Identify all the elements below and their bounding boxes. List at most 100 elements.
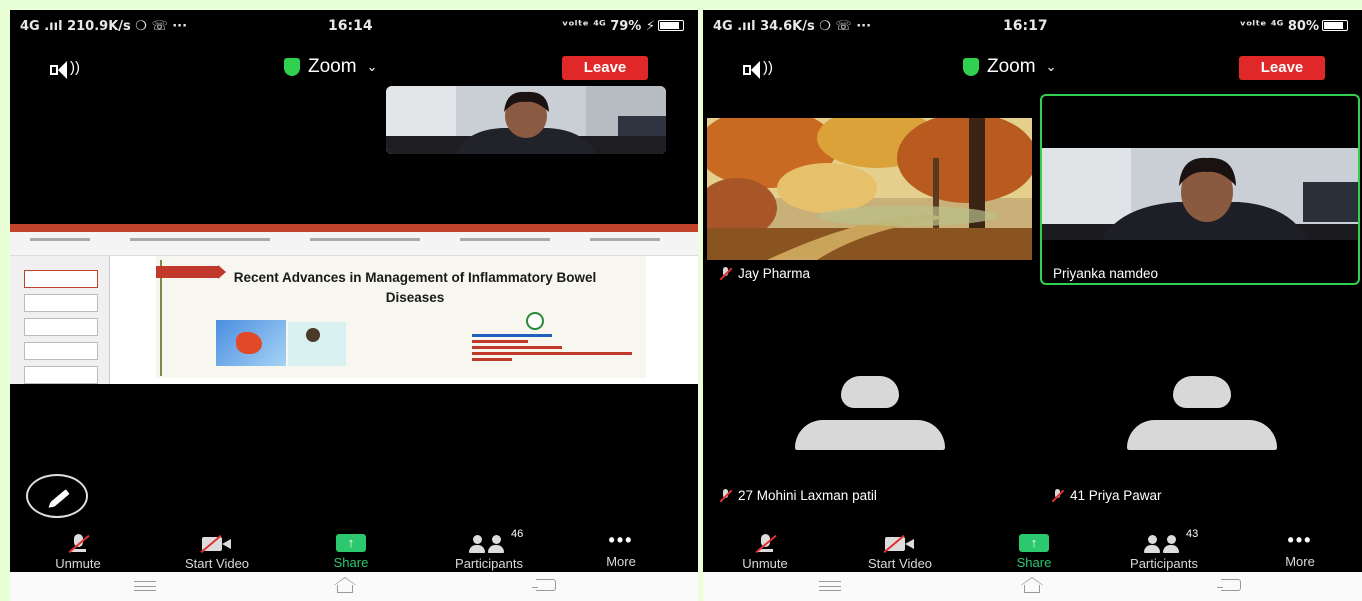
participants-count: 46 xyxy=(511,528,524,540)
recent-apps-icon[interactable] xyxy=(134,581,156,591)
more-label: More xyxy=(1285,554,1315,569)
share-label: Share xyxy=(333,555,369,570)
meeting-toolbar: Unmute Start Video ↑ Share 46 Participan… xyxy=(10,528,698,571)
participants-button[interactable]: 46 Participants xyxy=(434,528,544,571)
phone-screen-left: 4G .ııl 210.9K/s ❍ ☏ ··· 16:14 ᵛᵒˡᵗᵉ ⁴ᴳ … xyxy=(10,10,698,601)
slide-decor-arrow xyxy=(156,265,226,279)
status-battery: ᵛᵒˡᵗᵉ ⁴ᴳ 80% xyxy=(1239,19,1348,34)
share-arrow-icon: ↑ xyxy=(336,534,366,552)
back-icon[interactable] xyxy=(1217,579,1241,591)
status-network: 4G .ııl 34.6K/s ❍ ☏ ··· xyxy=(713,19,872,34)
status-time: 16:17 xyxy=(1003,18,1048,34)
mic-muted-icon xyxy=(755,534,777,554)
battery-icon xyxy=(1322,20,1348,31)
phone-screen-right: 4G .ııl 34.6K/s ❍ ☏ ··· 16:17 ᵛᵒˡᵗᵉ ⁴ᴳ 8… xyxy=(703,10,1362,601)
participants-icon: 43 xyxy=(1144,528,1198,554)
meeting-top-bar: )) Zoom ⌄ Leave xyxy=(10,54,698,86)
shield-icon xyxy=(284,58,300,76)
unmute-label: Unmute xyxy=(742,556,788,571)
start-video-label: Start Video xyxy=(184,556,250,571)
participant-name: 41 Priya Pawar xyxy=(1070,488,1162,503)
start-video-button[interactable]: Start Video xyxy=(166,534,268,571)
battery-text: ᵛᵒˡᵗᵉ ⁴ᴳ 80% xyxy=(1239,19,1319,34)
share-arrow-icon: ↑ xyxy=(1019,534,1049,552)
speaker-video-thumbnail[interactable] xyxy=(386,86,666,154)
status-network: 4G .ııl 210.9K/s ❍ ☏ ··· xyxy=(20,19,188,34)
meeting-toolbar: Unmute Start Video ↑ Share 43 Participan… xyxy=(703,528,1362,571)
android-nav-bar xyxy=(703,572,1362,601)
participant-name-label: 41 Priya Pawar xyxy=(1051,488,1162,503)
slide-thumbnail xyxy=(24,294,98,312)
more-label: More xyxy=(606,554,636,569)
shield-icon xyxy=(963,58,979,76)
meeting-title-text: Zoom xyxy=(308,56,357,77)
annotate-pen-button[interactable] xyxy=(26,474,88,518)
more-dots-icon: ••• xyxy=(1287,530,1313,550)
status-bar: 4G .ııl 210.9K/s ❍ ☏ ··· 16:14 ᵛᵒˡᵗᵉ ⁴ᴳ … xyxy=(10,10,698,44)
participant-tile[interactable] xyxy=(707,118,1032,260)
mic-muted-icon xyxy=(1051,488,1065,503)
more-dots-icon: ••• xyxy=(608,530,634,550)
mic-muted-icon xyxy=(719,488,733,503)
ppt-title-bar xyxy=(10,224,698,232)
meeting-title[interactable]: Zoom ⌄ xyxy=(963,56,1056,78)
chevron-down-icon: ⌄ xyxy=(1045,59,1057,74)
autumn-forest-image xyxy=(707,118,1032,260)
chevron-down-icon: ⌄ xyxy=(366,59,378,74)
participant-avatar[interactable] xyxy=(795,376,945,456)
participant-name: 27 Mohini Laxman patil xyxy=(738,488,877,503)
participants-button[interactable]: 43 Participants xyxy=(1109,528,1219,571)
slide-image-intestine xyxy=(216,320,286,366)
status-time: 16:14 xyxy=(328,18,373,34)
status-battery: ᵛᵒˡᵗᵉ ⁴ᴳ 79% ⚡ xyxy=(562,19,684,34)
participants-label: Participants xyxy=(455,556,523,571)
share-button[interactable]: ↑ Share xyxy=(326,534,376,570)
mic-muted-icon xyxy=(719,266,733,281)
video-off-icon xyxy=(200,534,232,554)
slide-title: Recent Advances in Management of Inflamm… xyxy=(233,270,597,305)
more-button[interactable]: ••• More xyxy=(596,530,646,569)
participant-name-label: Priyanka namdeo xyxy=(1053,266,1158,281)
battery-icon xyxy=(658,20,684,31)
status-bar: 4G .ııl 34.6K/s ❍ ☏ ··· 16:17 ᵛᵒˡᵗᵉ ⁴ᴳ 8… xyxy=(703,10,1362,44)
speaker-icon[interactable]: )) xyxy=(743,59,783,82)
start-video-button[interactable]: Start Video xyxy=(849,534,951,571)
meeting-title-text: Zoom xyxy=(987,56,1036,77)
ppt-ribbon xyxy=(10,232,698,256)
participants-icon: 46 xyxy=(469,528,523,554)
meeting-title[interactable]: Zoom ⌄ xyxy=(284,56,377,78)
share-button[interactable]: ↑ Share xyxy=(1009,534,1059,570)
slide-thumbnail xyxy=(24,270,98,288)
leave-button[interactable]: Leave xyxy=(562,56,648,80)
speaker-video-image xyxy=(386,86,666,154)
mic-muted-icon xyxy=(68,534,90,554)
slide-thumbnail xyxy=(24,342,98,360)
participant-avatar[interactable] xyxy=(1127,376,1277,456)
back-icon[interactable] xyxy=(532,579,556,591)
participant-name: Priyanka namdeo xyxy=(1053,266,1159,281)
slide-author-block xyxy=(472,334,642,361)
pen-icon xyxy=(50,489,70,507)
college-logo xyxy=(526,312,544,330)
home-icon[interactable] xyxy=(334,577,356,593)
participants-label: Participants xyxy=(1130,556,1198,571)
active-speaker-border xyxy=(1040,94,1360,285)
more-button[interactable]: ••• More xyxy=(1275,530,1325,569)
slide-thumbnails-pane xyxy=(10,256,110,384)
speaker-icon[interactable]: )) xyxy=(50,59,90,82)
unmute-button[interactable]: Unmute xyxy=(48,534,108,571)
meeting-top-bar: )) Zoom ⌄ Leave xyxy=(703,54,1362,86)
participant-name-label: Jay Pharma xyxy=(719,266,810,281)
home-icon[interactable] xyxy=(1021,577,1043,593)
unmute-button[interactable]: Unmute xyxy=(735,534,795,571)
participants-count: 43 xyxy=(1186,528,1199,540)
recent-apps-icon[interactable] xyxy=(819,581,841,591)
shared-screen-slide: Recent Advances in Management of Inflamm… xyxy=(10,224,698,384)
android-nav-bar xyxy=(10,572,698,601)
slide-main: Recent Advances in Management of Inflamm… xyxy=(156,256,646,378)
slide-thumbnail xyxy=(24,366,98,384)
video-off-icon xyxy=(883,534,915,554)
leave-button[interactable]: Leave xyxy=(1239,56,1325,80)
participant-name-label: 27 Mohini Laxman patil xyxy=(719,488,877,503)
unmute-label: Unmute xyxy=(55,556,101,571)
